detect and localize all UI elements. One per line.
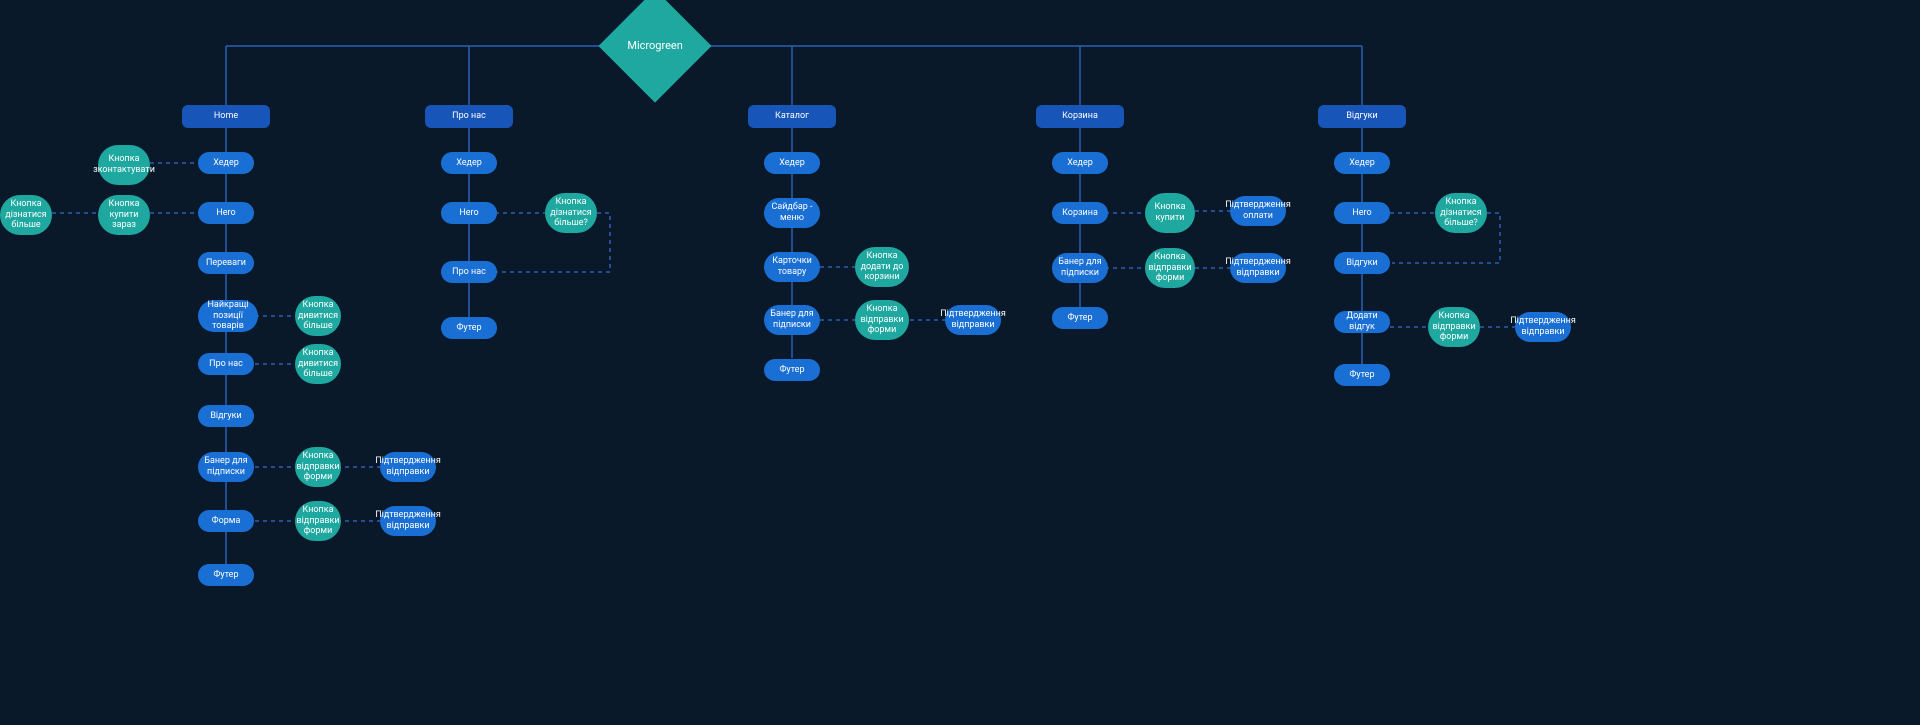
reviews-confirm[interactable]: Підтвердження відправки [1515, 312, 1571, 342]
cart-cart[interactable]: Корзина [1052, 202, 1108, 224]
reviews-learn-btn[interactable]: Кнопка дізнатися більше? [1435, 193, 1487, 233]
catalog-add-btn[interactable]: Кнопка додати до корзини [855, 247, 909, 287]
about-hero[interactable]: Hero [441, 202, 497, 224]
about-footer[interactable]: Футер [441, 317, 497, 339]
branch-cart[interactable]: Корзина [1036, 105, 1124, 128]
branch-about[interactable]: Про нас [425, 105, 513, 128]
branch-reviews[interactable]: Відгуки [1318, 105, 1406, 128]
home-more2[interactable]: Кнопка дивитися більше [295, 344, 341, 384]
home-buy-btn[interactable]: Кнопка купити зараз [98, 195, 150, 235]
cart-banner[interactable]: Банер для підписки [1052, 253, 1108, 283]
cart-pay-confirm[interactable]: Підтвердження оплати [1230, 196, 1286, 226]
diagram-canvas: Microgreen Home Про нас Каталог Корзина … [0, 0, 1920, 725]
home-contact-btn[interactable]: Кнопка зконтактувати [98, 145, 150, 185]
home-confirm1[interactable]: Підтвердження відправки [380, 452, 436, 482]
about-header[interactable]: Хедер [441, 152, 497, 174]
cart-buy-btn[interactable]: Кнопка купити [1145, 193, 1195, 233]
home-hero[interactable]: Hero [198, 202, 254, 224]
home-confirm2[interactable]: Підтвердження відправки [380, 506, 436, 536]
home-about[interactable]: Про нас [198, 353, 254, 375]
catalog-confirm[interactable]: Підтвердження відправки [945, 305, 1001, 335]
catalog-send-btn[interactable]: Кнопка відправки форми [855, 300, 909, 340]
root-node[interactable]: Microgreen [598, 0, 711, 103]
reviews-header[interactable]: Хедер [1334, 152, 1390, 174]
reviews-reviews[interactable]: Відгуки [1334, 252, 1390, 274]
branch-catalog[interactable]: Каталог [748, 105, 836, 128]
cart-send-btn[interactable]: Кнопка відправки форми [1145, 248, 1195, 288]
reviews-add[interactable]: Додати відгук [1334, 311, 1390, 333]
reviews-footer[interactable]: Футер [1334, 364, 1390, 386]
about-learn-btn[interactable]: Кнопка дізнатися більше? [545, 193, 597, 233]
home-more1[interactable]: Кнопка дивитися більше [295, 296, 341, 336]
home-header[interactable]: Хедер [198, 152, 254, 174]
cart-footer[interactable]: Футер [1052, 307, 1108, 329]
home-best[interactable]: Найкращі позиції товарів [198, 300, 258, 332]
home-footer[interactable]: Футер [198, 564, 254, 586]
connectors [0, 0, 1920, 725]
home-banner[interactable]: Банер для підписки [198, 452, 254, 482]
home-reviews[interactable]: Відгуки [198, 405, 254, 427]
catalog-footer[interactable]: Футер [764, 359, 820, 381]
root-label: Microgreen [627, 39, 682, 52]
reviews-send-btn[interactable]: Кнопка відправки форми [1428, 307, 1480, 347]
home-learn-more[interactable]: Кнопка дізнатися більше [0, 195, 52, 235]
home-form[interactable]: Форма [198, 510, 254, 532]
catalog-header[interactable]: Хедер [764, 152, 820, 174]
catalog-banner[interactable]: Банер для підписки [764, 305, 820, 335]
home-send1[interactable]: Кнопка відправки форми [295, 447, 341, 487]
home-send2[interactable]: Кнопка відправки форми [295, 501, 341, 541]
reviews-hero[interactable]: Hero [1334, 202, 1390, 224]
cart-send-confirm[interactable]: Підтвердження відправки [1230, 253, 1286, 283]
branch-home[interactable]: Home [182, 105, 270, 128]
about-about[interactable]: Про нас [441, 261, 497, 283]
catalog-card[interactable]: Карточки товару [764, 252, 820, 282]
catalog-sidebar[interactable]: Сайдбар - меню [764, 198, 820, 228]
home-benefits[interactable]: Переваги [198, 252, 254, 274]
cart-header[interactable]: Хедер [1052, 152, 1108, 174]
